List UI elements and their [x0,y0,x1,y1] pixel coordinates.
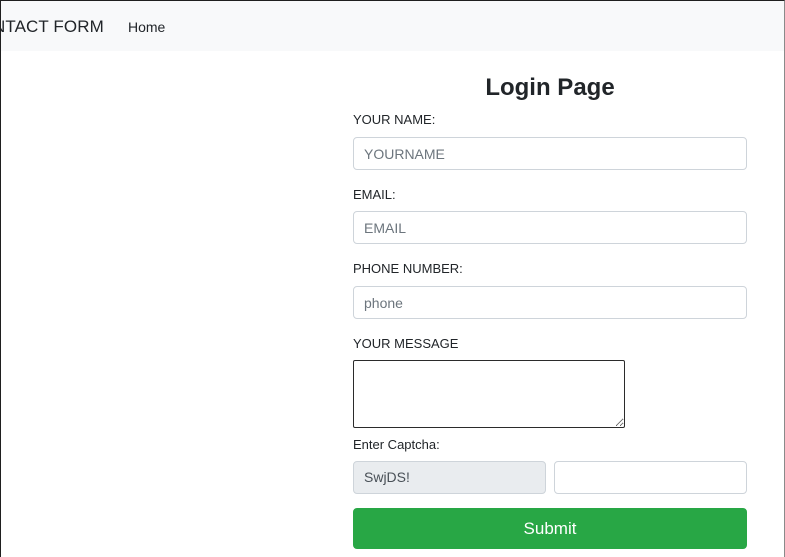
page-title: Login Page [485,74,615,101]
captcha-label: Enter Captcha: [353,437,440,452]
message-textarea[interactable] [353,360,625,428]
email-input[interactable] [353,211,747,244]
message-label: YOUR MESSAGE [353,336,459,351]
phone-label: PHONE NUMBER: [353,261,463,276]
nav-link-home[interactable]: Home [128,19,165,35]
page: NTACT FORM Home Login Page YOUR NAME: EM… [0,0,785,557]
name-input[interactable] [353,137,747,170]
email-label: EMAIL: [353,187,396,202]
navbar-brand[interactable]: NTACT FORM [1,17,104,37]
name-label: YOUR NAME: [353,112,436,127]
navbar: NTACT FORM Home [1,1,784,51]
captcha-code: SwjDS! [353,461,546,494]
submit-button[interactable]: Submit [353,508,747,549]
phone-input[interactable] [353,286,747,319]
captcha-input[interactable] [554,461,747,494]
